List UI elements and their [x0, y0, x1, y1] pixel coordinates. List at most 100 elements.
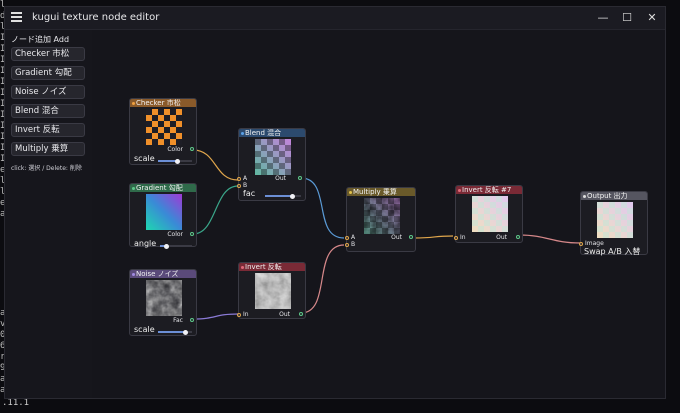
- blend-in-b-port[interactable]: [237, 184, 241, 188]
- terminal-bottom-text: .11.1: [2, 398, 30, 408]
- node-gradient-title: Gradient 勾配: [136, 184, 183, 192]
- node-noise[interactable]: Noise ノイズ Fac scale: [129, 269, 197, 336]
- node-blend-header[interactable]: Blend 混合: [239, 129, 305, 137]
- checker-scale-slider[interactable]: [158, 158, 192, 164]
- noise-slider-label: scale: [134, 325, 155, 334]
- node-invert-header[interactable]: Invert 反転: [239, 263, 305, 271]
- node-checker-header[interactable]: Checker 市松: [130, 99, 196, 107]
- usage-hint: click: 選択 / Delete: 削除: [11, 165, 82, 172]
- node-status-dot: [349, 190, 352, 194]
- node-status-dot: [583, 194, 586, 198]
- node-status-dot: [132, 272, 135, 276]
- add-gradient-button[interactable]: Gradient 勾配: [11, 66, 85, 80]
- blend-out-label: Out: [275, 175, 286, 182]
- node-canvas[interactable]: Checker 市松 Color scale Gradient 勾配 Color…: [92, 30, 665, 398]
- add-multiply-button[interactable]: Multiply 乗算: [11, 142, 85, 156]
- hamburger-menu-icon[interactable]: [11, 12, 22, 24]
- invert-7-out-label: Out: [496, 234, 507, 241]
- slider-fill: [265, 195, 292, 197]
- node-checker-title: Checker 市松: [136, 99, 181, 107]
- slider-knob[interactable]: [183, 329, 188, 335]
- invert-in-port[interactable]: [237, 313, 241, 317]
- slider-track: [166, 245, 192, 247]
- node-output-title: Output 出力: [587, 192, 628, 200]
- node-gradient[interactable]: Gradient 勾配 Color angle: [129, 183, 197, 249]
- invert-out-label: Out: [279, 311, 290, 318]
- add-blend-button[interactable]: Blend 混合: [11, 104, 85, 118]
- node-blend[interactable]: Blend 混合 A B Out fac: [237, 128, 306, 201]
- invert-out-port[interactable]: [299, 312, 303, 316]
- invert-preview: [255, 273, 291, 309]
- node-multiply[interactable]: Multiply 乗算 A B Out: [345, 187, 416, 252]
- wire-multiply-to-invert2: [413, 235, 454, 239]
- invert-7-out-port[interactable]: [516, 235, 520, 239]
- title-bar[interactable]: kugui texture node editor — ☐ ✕: [5, 7, 665, 30]
- blend-in-b-label: B: [243, 182, 248, 189]
- gradient-angle-slider[interactable]: [160, 243, 192, 249]
- invert-7-in-label: In: [460, 234, 466, 241]
- close-button[interactable]: ✕: [642, 10, 662, 26]
- node-gradient-header[interactable]: Gradient 勾配: [130, 184, 196, 192]
- blend-preview: [255, 139, 291, 175]
- noise-out-label: Fac: [173, 317, 183, 324]
- node-multiply-header[interactable]: Multiply 乗算: [347, 188, 415, 196]
- noise-preview: [146, 280, 182, 316]
- node-noise-header[interactable]: Noise ノイズ: [130, 270, 196, 278]
- gradient-out-label: Color: [167, 231, 183, 238]
- node-output[interactable]: Output 出力 Image Swap A/B 入替: [579, 191, 648, 257]
- node-invert-7-header[interactable]: Invert 反転 #7: [456, 186, 522, 194]
- minimize-button[interactable]: —: [593, 10, 613, 26]
- app-window: kugui texture node editor — ☐ ✕ ノード追加 Ad…: [4, 6, 666, 399]
- output-in-port[interactable]: [579, 242, 583, 246]
- checker-out-port[interactable]: [190, 147, 194, 151]
- node-status-dot: [241, 265, 244, 269]
- node-invert-title: Invert 反転: [245, 263, 282, 271]
- slider-knob[interactable]: [175, 158, 180, 164]
- multiply-out-port[interactable]: [409, 235, 413, 239]
- wire-checker-to-blend-a: [192, 149, 239, 181]
- noise-out-port[interactable]: [190, 318, 194, 322]
- node-invert-7[interactable]: Invert 反転 #7 In Out: [454, 185, 523, 243]
- blend-in-a-label: A: [243, 175, 248, 182]
- node-invert-7-title: Invert 反転 #7: [462, 186, 512, 194]
- swap-ab-button[interactable]: Swap A/B 入替: [584, 246, 640, 257]
- wire-noise-to-invert: [192, 313, 239, 320]
- multiply-preview: [364, 198, 400, 234]
- checker-preview: [146, 109, 182, 145]
- node-checker[interactable]: Checker 市松 Color scale: [129, 98, 197, 165]
- wire-blend-to-multiply-a: [300, 177, 345, 239]
- slider-knob[interactable]: [290, 193, 295, 199]
- node-status-dot: [241, 131, 244, 135]
- add-invert-button[interactable]: Invert 反転: [11, 123, 85, 137]
- gradient-out-port[interactable]: [190, 232, 194, 236]
- wire-invert2-to-output: [518, 234, 581, 244]
- node-output-header[interactable]: Output 出力: [581, 192, 647, 200]
- multiply-in-a-port[interactable]: [345, 236, 349, 240]
- wire-gradient-to-blend-b: [192, 185, 239, 235]
- sidebar: ノード追加 Add Checker 市松 Gradient 勾配 Noise ノ…: [5, 30, 91, 398]
- slider-knob[interactable]: [164, 243, 169, 249]
- node-status-dot: [132, 101, 135, 105]
- checker-out-label: Color: [167, 146, 183, 153]
- noise-scale-slider[interactable]: [158, 329, 192, 335]
- maximize-button[interactable]: ☐: [617, 10, 637, 26]
- node-invert[interactable]: Invert 反転 In Out: [237, 262, 306, 319]
- checker-slider-label: scale: [134, 154, 155, 163]
- gradient-slider-label: angle: [134, 239, 157, 248]
- blend-out-port[interactable]: [298, 176, 302, 180]
- invert-in-label: In: [243, 311, 249, 318]
- window-title: kugui texture node editor: [32, 12, 160, 23]
- blend-in-a-port[interactable]: [237, 177, 241, 181]
- invert-7-preview: [472, 196, 508, 232]
- node-noise-title: Noise ノイズ: [136, 270, 179, 278]
- wire-invert-to-multiply-b: [300, 244, 345, 314]
- invert-7-in-port[interactable]: [454, 236, 458, 240]
- node-status-dot: [132, 186, 135, 190]
- multiply-in-b-port[interactable]: [345, 243, 349, 247]
- add-noise-button[interactable]: Noise ノイズ: [11, 85, 85, 99]
- blend-fac-slider[interactable]: [265, 193, 301, 199]
- add-checker-button[interactable]: Checker 市松: [11, 47, 85, 61]
- output-preview: [597, 202, 633, 238]
- multiply-in-b-label: B: [351, 241, 356, 248]
- slider-fill: [158, 331, 185, 333]
